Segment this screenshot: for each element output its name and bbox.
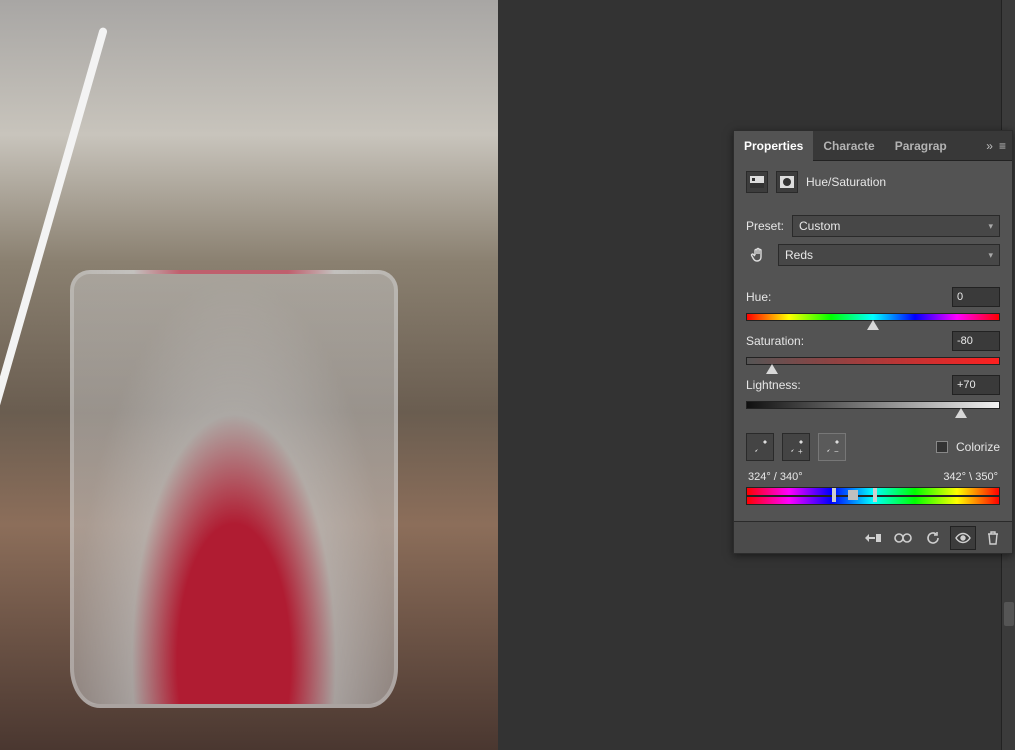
visibility-icon[interactable] — [950, 526, 976, 550]
hue-thumb[interactable] — [867, 320, 879, 330]
panel-footer — [734, 521, 1012, 553]
channel-value: Reds — [785, 248, 813, 262]
collapse-icon[interactable]: » — [986, 139, 993, 153]
panel-menu-icon[interactable]: ≡ — [999, 139, 1006, 153]
clip-to-layer-icon[interactable] — [860, 526, 886, 550]
hue-label: Hue: — [746, 290, 771, 304]
color-range-strip[interactable] — [746, 487, 1000, 505]
adjustment-name: Hue/Saturation — [806, 175, 886, 189]
lightness-value[interactable]: +70 — [952, 375, 1000, 395]
trash-icon[interactable] — [980, 526, 1006, 550]
hue-slider[interactable] — [746, 313, 1000, 321]
saturation-value[interactable]: -80 — [952, 331, 1000, 351]
hue-value[interactable]: 0 — [952, 287, 1000, 307]
lightness-slider[interactable] — [746, 401, 1000, 409]
channel-dropdown[interactable]: Reds ▾ — [778, 244, 1000, 266]
eyedropper-icon[interactable] — [746, 433, 774, 461]
adjustment-type-icon[interactable] — [746, 171, 768, 193]
lightness-thumb[interactable] — [955, 408, 967, 418]
panel-tabbar: Properties Characte Paragrap » ≡ — [734, 131, 1012, 161]
eyedropper-add-icon[interactable]: + — [782, 433, 810, 461]
document-canvas[interactable] — [0, 0, 498, 750]
colorize-label: Colorize — [956, 440, 1000, 454]
saturation-thumb[interactable] — [766, 364, 778, 374]
tab-properties[interactable]: Properties — [734, 131, 813, 161]
range-right: 342° \ 350° — [943, 471, 998, 483]
targeted-adjust-icon[interactable] — [746, 243, 770, 267]
layer-mask-icon[interactable] — [776, 171, 798, 193]
saturation-label: Saturation: — [746, 334, 804, 348]
chevron-down-icon: ▾ — [988, 250, 993, 261]
view-previous-icon[interactable] — [890, 526, 916, 550]
preset-value: Custom — [799, 219, 840, 233]
tab-character[interactable]: Characte — [813, 131, 884, 161]
adjustment-header: Hue/Saturation — [734, 161, 1012, 205]
tab-paragraph[interactable]: Paragrap — [885, 131, 957, 161]
range-left: 324° / 340° — [748, 471, 803, 483]
preset-label: Preset: — [746, 219, 784, 233]
svg-text:+: + — [798, 447, 803, 455]
reset-icon[interactable] — [920, 526, 946, 550]
properties-panel: Properties Characte Paragrap » ≡ Hue/Sat… — [733, 130, 1013, 554]
colorize-checkbox[interactable] — [936, 441, 948, 453]
saturation-slider[interactable] — [746, 357, 1000, 365]
chevron-down-icon: ▾ — [988, 221, 993, 232]
svg-text:−: − — [834, 447, 839, 455]
preset-dropdown[interactable]: Custom ▾ — [792, 215, 1000, 237]
eyedropper-subtract-icon[interactable]: − — [818, 433, 846, 461]
lightness-label: Lightness: — [746, 378, 801, 392]
